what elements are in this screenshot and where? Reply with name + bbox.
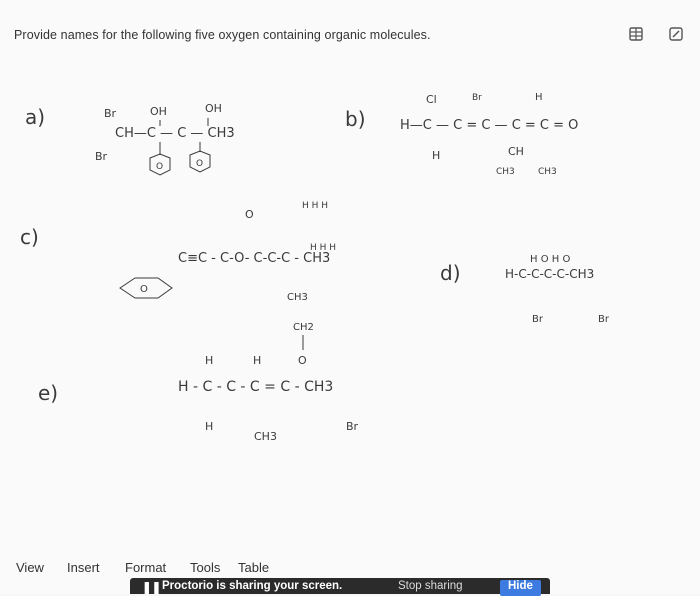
label-c: c)	[20, 225, 39, 249]
menu-format[interactable]: Format	[125, 560, 166, 575]
molecule-d: H O H O H-C-C-C-C-CH3 Br Br	[505, 254, 610, 325]
menu-view[interactable]: View	[16, 560, 44, 575]
e-ch3-top: CH3	[287, 292, 308, 303]
menu-tools[interactable]: Tools	[190, 560, 220, 575]
b-h-bottom: H	[432, 149, 440, 162]
menu-table[interactable]: Table	[238, 560, 269, 575]
proctorio-share-bar: ❚❚ Proctorio is sharing your screen. Sto…	[130, 578, 550, 596]
a-chain: CH—C — C — CH3	[115, 126, 235, 141]
a-br1: Br	[104, 107, 117, 120]
question-page: Provide names for the following five oxy…	[0, 0, 700, 596]
e-ch2: CH2	[293, 322, 314, 333]
pause-icon: ❚❚	[142, 582, 162, 594]
e-o: O	[298, 354, 307, 367]
a-ring1: O	[156, 162, 163, 172]
b-cl: Cl	[426, 93, 437, 106]
b-ch3-left: CH3	[496, 167, 515, 177]
e-ch3: CH3	[254, 430, 277, 443]
b-h-top: H	[535, 92, 543, 103]
molecule-b: Cl Br H H—C — C = C — C = C = O H CH CH3…	[400, 92, 578, 177]
d-br2: Br	[598, 314, 610, 325]
b-br: Br	[472, 93, 482, 103]
molecule-a: Br Br OH OH CH—C — C — CH3 O O	[95, 102, 235, 176]
c-ring: O	[140, 284, 148, 295]
e-h1: H	[205, 354, 213, 367]
c-h-bottom: H H H	[310, 243, 336, 253]
e-h-bottom: H	[205, 420, 213, 433]
b-ch: CH	[508, 145, 524, 158]
proctorio-message: Proctorio is sharing your screen.	[162, 580, 343, 592]
label-e: e)	[38, 381, 58, 405]
molecule-e: CH3 CH2 O H H H - C - C - C = C - CH3 H …	[178, 292, 359, 443]
d-br1: Br	[532, 314, 544, 325]
label-a: a)	[25, 105, 45, 129]
stop-sharing-button[interactable]: Stop sharing	[398, 580, 463, 592]
b-chain: H—C — C = C — C = C = O	[400, 118, 578, 133]
b-ch3-right: CH3	[538, 167, 557, 177]
e-chain: H - C - C - C = C - CH3	[178, 379, 333, 395]
d-chain: H-C-C-C-C-CH3	[505, 267, 594, 281]
c-h-top: H H H	[302, 201, 328, 211]
molecule-c: O H H H C≡C - C-O- C-C-C - CH3 H H H O	[119, 201, 336, 299]
e-br: Br	[346, 420, 359, 433]
label-d: d)	[440, 261, 461, 285]
e-h2: H	[253, 354, 261, 367]
menu-insert[interactable]: Insert	[67, 560, 100, 575]
label-b: b)	[345, 107, 366, 131]
handwritten-molecules: a) b) c) d) e) Br Br OH OH CH—C — C — CH…	[20, 92, 610, 443]
a-oh1: OH	[150, 105, 167, 118]
a-br2: Br	[95, 150, 108, 163]
a-ring2: O	[196, 159, 203, 169]
c-o-top: O	[245, 208, 254, 221]
c-chain: C≡C - C-O- C-C-C - CH3	[178, 251, 330, 266]
editor-menubar: View Insert Format Tools Table	[0, 556, 700, 580]
d-top: H O H O	[530, 254, 570, 265]
a-oh2: OH	[205, 102, 222, 115]
